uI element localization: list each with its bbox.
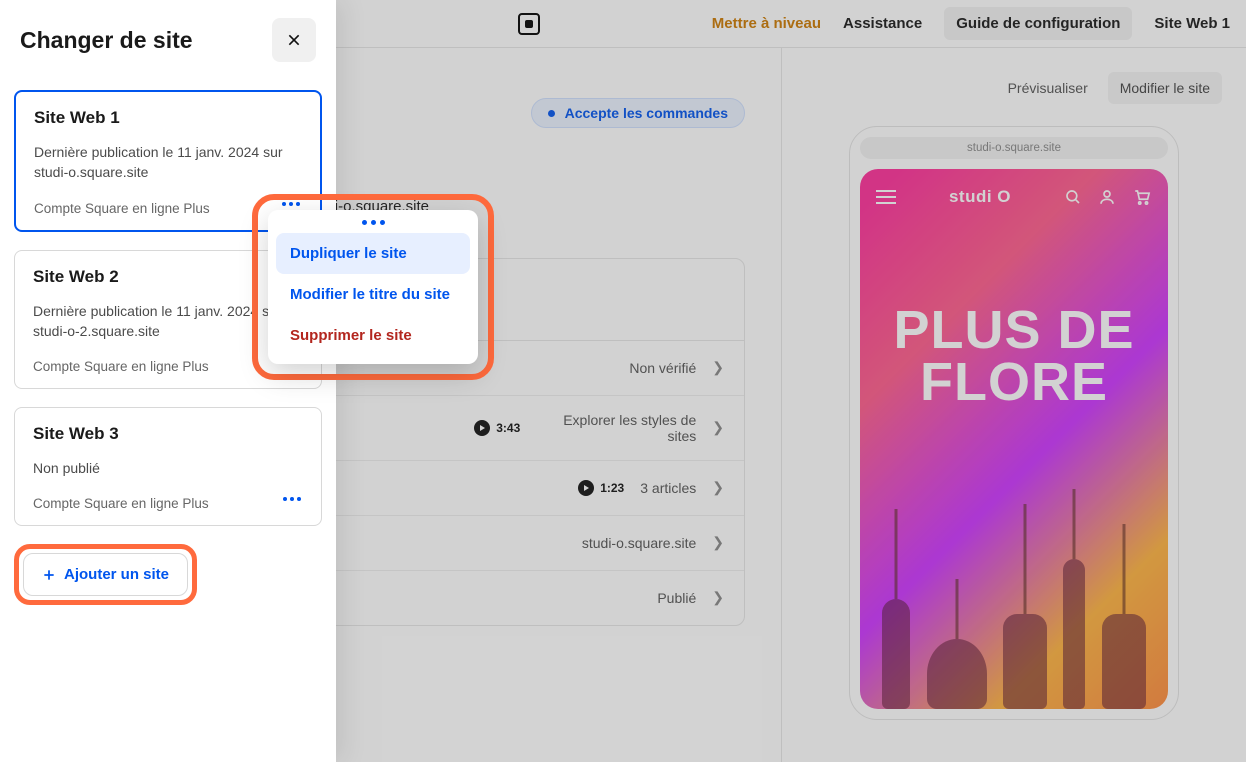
menu-item-delete[interactable]: Supprimer le site xyxy=(276,315,470,356)
preview-panel: Prévisualiser Modifier le site studi-o.s… xyxy=(781,48,1246,762)
video-pill[interactable]: 1:23 xyxy=(578,480,624,496)
hero-illustration xyxy=(860,499,1168,709)
orders-status-pill[interactable]: Accepte les commandes xyxy=(531,98,745,128)
status-dot-icon xyxy=(548,110,555,117)
play-icon xyxy=(474,420,490,436)
hamburger-icon[interactable] xyxy=(876,190,896,204)
highlight-annotation: Ajouter un site xyxy=(14,544,197,605)
site-switcher-panel: Changer de site Site Web 1 Dernière publ… xyxy=(0,0,336,762)
close-button[interactable] xyxy=(272,18,316,62)
video-pill[interactable]: 3:43 xyxy=(474,420,520,436)
switcher-title: Changer de site xyxy=(20,27,193,54)
chevron-right-icon: ❯ xyxy=(712,589,724,606)
site-card-3[interactable]: Site Web 3 Non publié Compte Square en l… xyxy=(14,407,322,526)
plus-icon xyxy=(42,568,56,582)
menu-item-duplicate[interactable]: Dupliquer le site xyxy=(276,233,470,274)
assistance-link[interactable]: Assistance xyxy=(843,15,922,32)
modify-site-button[interactable]: Modifier le site xyxy=(1108,72,1222,104)
chevron-right-icon: ❯ xyxy=(712,419,724,436)
chevron-right-icon: ❯ xyxy=(712,479,724,496)
square-logo-icon xyxy=(518,13,540,35)
preview-link[interactable]: Prévisualiser xyxy=(1008,80,1088,96)
chevron-right-icon: ❯ xyxy=(712,359,724,376)
site-actions-button[interactable] xyxy=(275,485,309,513)
user-icon[interactable] xyxy=(1098,188,1116,206)
site-meta: Non publié xyxy=(33,458,303,478)
current-site-label[interactable]: Site Web 1 xyxy=(1154,15,1230,32)
more-dots-icon xyxy=(276,220,470,233)
site-name: Site Web 1 xyxy=(34,108,302,128)
setup-guide-button[interactable]: Guide de configuration xyxy=(944,7,1132,40)
upgrade-link[interactable]: Mettre à niveau xyxy=(712,15,821,32)
site-name: Site Web 3 xyxy=(33,424,303,444)
menu-item-rename[interactable]: Modifier le titre du site xyxy=(276,274,470,315)
brand-label: studi O xyxy=(949,187,1011,207)
add-site-button[interactable]: Ajouter un site xyxy=(23,553,188,596)
site-meta: Dernière publication le 11 janv. 2024 su… xyxy=(34,142,302,183)
preview-url-bar: studi-o.square.site xyxy=(860,137,1168,159)
site-actions-menu: Dupliquer le site Modifier le titre du s… xyxy=(268,210,478,364)
search-icon[interactable] xyxy=(1064,188,1082,206)
close-icon xyxy=(286,32,302,48)
phone-preview: studi-o.square.site studi O xyxy=(849,126,1179,720)
cart-icon[interactable] xyxy=(1132,188,1152,206)
highlight-annotation: Dupliquer le site Modifier le titre du s… xyxy=(252,194,494,380)
hero-headline: PLUS DE FLORE xyxy=(860,305,1168,409)
play-icon xyxy=(578,480,594,496)
site-plan: Compte Square en ligne Plus xyxy=(33,496,303,511)
chevron-right-icon: ❯ xyxy=(712,534,724,551)
